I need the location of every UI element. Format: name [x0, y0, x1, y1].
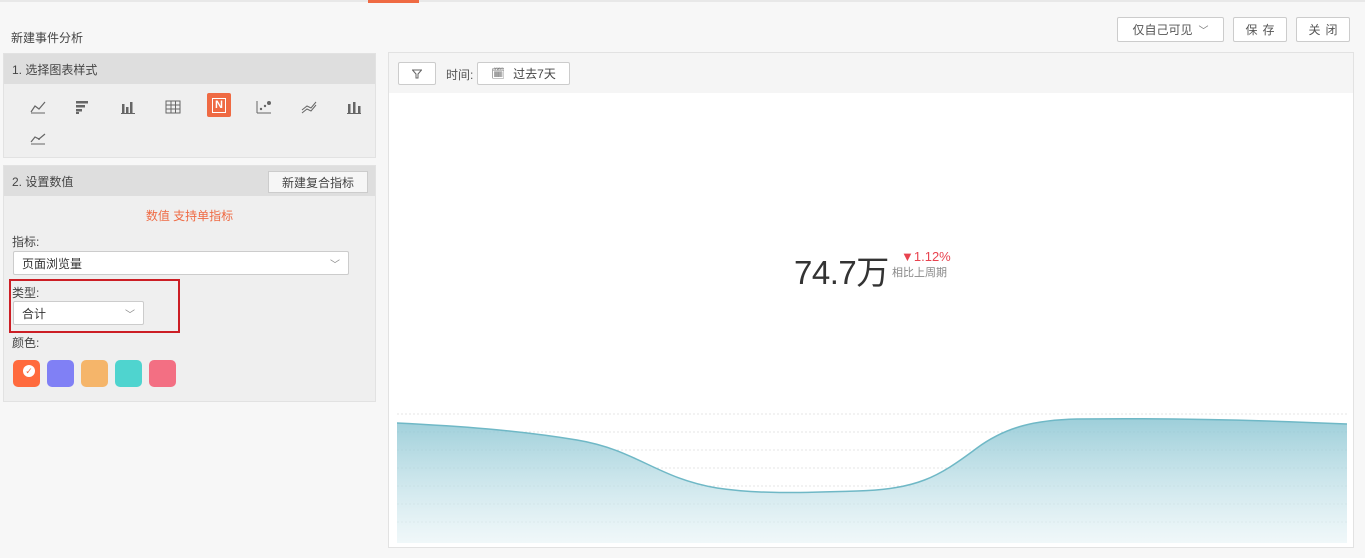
- close-button[interactable]: 关闭: [1296, 17, 1350, 42]
- type-label: 类型:: [12, 286, 40, 300]
- top-border: [0, 0, 1365, 3]
- color-label: 颜色:: [12, 336, 40, 350]
- visibility-dropdown[interactable]: 仅自己可见 ﹀: [1117, 17, 1224, 42]
- single-metric-hint: 数值 支持单指标: [145, 209, 234, 223]
- time-label: 时间:: [446, 68, 474, 82]
- calendar-icon: 🗓: [491, 68, 506, 80]
- chevron-down-icon: ﹀: [330, 260, 340, 271]
- color-swatch-pink[interactable]: [149, 360, 176, 387]
- set-value-heading-text: 2. 设置数值: [12, 174, 74, 189]
- compare-label: 相比上周期: [892, 267, 947, 279]
- color-swatch-yellow[interactable]: [81, 360, 108, 387]
- metric-select[interactable]: 页面浏览量 ﹀: [13, 251, 349, 275]
- date-range-picker[interactable]: 🗓 过去7天: [477, 62, 570, 85]
- stacked-line-chart-icon[interactable]: [297, 95, 321, 119]
- horizontal-bar-chart-icon[interactable]: [70, 95, 94, 119]
- chevron-down-icon: ﹀: [1198, 26, 1209, 37]
- type-select[interactable]: 合计 ﹀: [13, 301, 144, 325]
- table-icon[interactable]: [161, 95, 185, 119]
- color-swatches: ✓: [13, 360, 176, 387]
- check-icon: ✓: [23, 365, 35, 377]
- metric-value: 74.7万: [794, 254, 889, 291]
- line-chart-icon[interactable]: [26, 95, 50, 119]
- visibility-label: 仅自己可见: [1132, 23, 1193, 37]
- date-range-value: 过去7天: [513, 67, 556, 81]
- color-swatch-orange[interactable]: ✓: [13, 360, 40, 387]
- number-card-icon[interactable]: N: [207, 93, 231, 117]
- active-tab-indicator: [368, 0, 419, 3]
- chevron-down-icon: ﹀: [125, 310, 135, 321]
- filter-button[interactable]: [398, 62, 436, 85]
- new-composite-metric-button[interactable]: 新建复合指标: [268, 171, 368, 193]
- scatter-chart-icon[interactable]: [252, 95, 276, 119]
- color-swatch-purple[interactable]: [47, 360, 74, 387]
- chart-style-heading: 1. 选择图表样式: [4, 54, 375, 84]
- chart-toolbar: 时间: 🗓 过去7天: [389, 53, 1353, 93]
- set-value-panel: 2. 设置数值 新建复合指标 数值 支持单指标 指标: 页面浏览量 ﹀ 类型: …: [3, 165, 376, 402]
- page-title: 新建事件分析: [11, 31, 84, 45]
- chart-area: 时间: 🗓 过去7天 74.7万 ▼1.12% 相比上周期: [388, 52, 1354, 548]
- filter-icon: [412, 69, 422, 78]
- area-line-chart-icon[interactable]: [26, 126, 50, 150]
- trend-area: [397, 418, 1347, 543]
- color-swatch-teal[interactable]: [115, 360, 142, 387]
- save-button[interactable]: 保存: [1233, 17, 1287, 42]
- change-percent: ▼1.12%: [901, 249, 951, 264]
- set-value-heading: 2. 设置数值 新建复合指标: [4, 166, 375, 196]
- bar-chart-icon[interactable]: [116, 95, 140, 119]
- type-select-value: 合计: [22, 306, 47, 321]
- metric-label: 指标:: [12, 235, 40, 249]
- metric-select-value: 页面浏览量: [22, 256, 83, 271]
- chart-style-panel: 1. 选择图表样式 N: [3, 53, 376, 158]
- trend-area-chart: [397, 413, 1347, 543]
- stacked-bar-chart-icon[interactable]: [342, 95, 366, 119]
